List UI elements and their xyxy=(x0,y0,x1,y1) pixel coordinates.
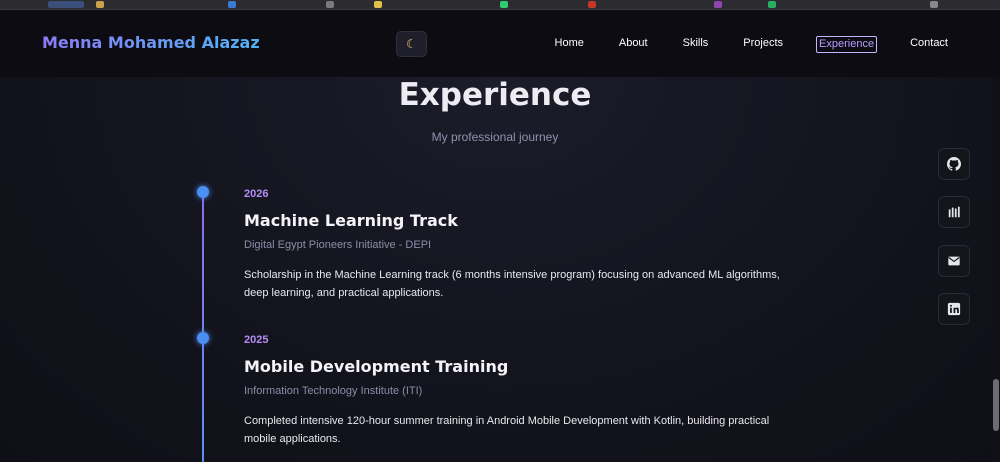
github-link[interactable] xyxy=(938,148,970,180)
bookmark-icon[interactable] xyxy=(374,1,382,8)
entry-description: Completed intensive 120-hour summer trai… xyxy=(244,415,770,445)
entry-organization: Digital Egypt Pioneers Initiative - DEPI xyxy=(244,239,432,251)
bookmark-icon[interactable] xyxy=(588,1,596,8)
nav-projects-link[interactable]: Projects xyxy=(741,36,785,53)
section-title: Experience xyxy=(398,77,592,113)
entry-organization: Information Technology Institute (ITI) xyxy=(244,385,423,397)
timeline-dot xyxy=(197,332,209,344)
linkedin-icon xyxy=(947,302,961,316)
kaggle-link[interactable] xyxy=(938,196,970,228)
mail-icon xyxy=(948,256,960,266)
bookmark-icon[interactable] xyxy=(228,1,236,8)
experience-entry: 2025 Mobile Development Training Informa… xyxy=(244,334,804,448)
experience-section: Experience My professional journey 2026 … xyxy=(0,77,1000,462)
bookmark-icon[interactable] xyxy=(326,1,334,8)
timeline-line xyxy=(202,192,204,462)
site-logo[interactable]: Menna Mohamed Alazaz xyxy=(42,33,260,52)
page-scrollbar[interactable] xyxy=(992,77,1000,462)
browser-bookmarks-bar xyxy=(0,0,1000,10)
entry-description: Scholarship in the Machine Learning trac… xyxy=(244,269,780,299)
timeline-dot xyxy=(197,186,209,198)
bookmark-icon[interactable] xyxy=(96,1,104,8)
nav-about-link[interactable]: About xyxy=(617,36,650,53)
nav-skills-link[interactable]: Skills xyxy=(681,36,711,53)
nav-contact-link[interactable]: Contact xyxy=(908,36,950,53)
experience-entry: 2026 Machine Learning Track Digital Egyp… xyxy=(244,188,804,302)
moon-icon: ☾ xyxy=(406,37,417,51)
bookmark-icon[interactable] xyxy=(930,1,938,8)
bookmark-icon[interactable] xyxy=(768,1,776,8)
scrollbar-thumb[interactable] xyxy=(993,379,999,431)
nav-experience-link[interactable]: Experience xyxy=(816,36,878,53)
bookmark-icon[interactable] xyxy=(500,1,508,8)
nav-home-link[interactable]: Home xyxy=(553,36,586,53)
main-nav: Home About Skills Projects Experience Co… xyxy=(522,36,950,53)
entry-title: Machine Learning Track xyxy=(244,211,458,230)
linkedin-link[interactable] xyxy=(938,293,970,325)
bookmark-icon[interactable] xyxy=(714,1,722,8)
entry-year: 2026 xyxy=(244,188,269,200)
entry-year: 2025 xyxy=(244,334,269,346)
github-icon xyxy=(947,157,961,171)
kaggle-icon xyxy=(948,206,960,218)
bookmark-icon[interactable] xyxy=(48,1,84,8)
section-subtitle: My professional journey xyxy=(431,130,559,144)
theme-toggle-button[interactable]: ☾ xyxy=(396,31,427,57)
site-header: Menna Mohamed Alazaz ☾ Home About Skills… xyxy=(0,10,1000,77)
email-link[interactable] xyxy=(938,245,970,277)
entry-title: Mobile Development Training xyxy=(244,357,509,376)
